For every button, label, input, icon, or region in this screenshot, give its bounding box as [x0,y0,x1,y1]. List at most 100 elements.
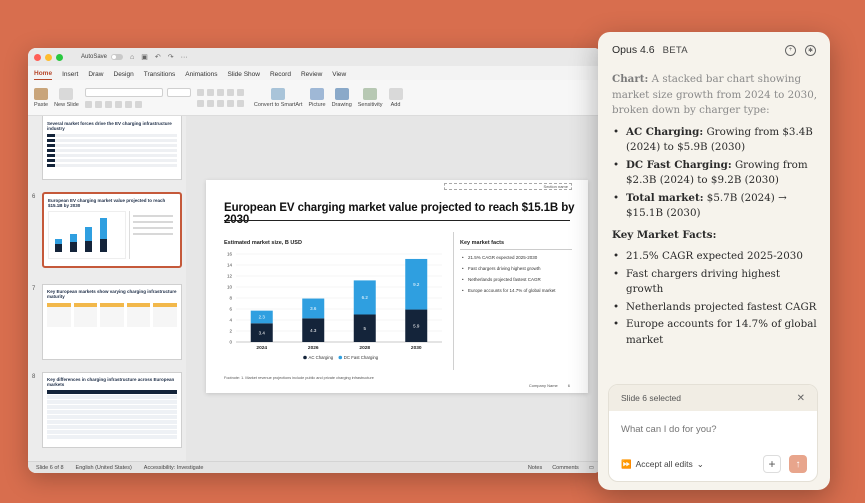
ribbon-toolbar: Paste New Slide Convert to SmartArt Pict… [28,80,602,116]
thumbnail-preview[interactable]: Several market forces drive the EV charg… [42,116,182,180]
align-center-button[interactable] [206,99,214,107]
chart-label[interactable]: Estimated market size, B USD [224,240,302,246]
mini-bar-segment [100,218,107,239]
compose-box: Slide 6 selected ✕ ⏩ Accept all edits ⌄ … [608,384,818,482]
underline-button[interactable] [104,100,112,108]
thumbnail-preview[interactable]: Key European markets show varying chargi… [42,284,182,360]
thumbnail-preview-selected[interactable]: European EV charging market value projec… [42,192,182,268]
new-slide-button[interactable]: New Slide [54,87,79,108]
save-icon[interactable]: ▣ [141,53,148,61]
thumbnail-slide-7[interactable]: 7 Key European markets show varying char… [32,284,182,360]
font-color-button[interactable] [124,100,132,108]
prompt-input[interactable] [621,421,801,437]
italic-button[interactable] [94,100,102,108]
accessibility-status[interactable]: Accessibility: Investigate [144,465,204,471]
minimize-window-button[interactable] [45,53,52,61]
tab-home[interactable]: Home [34,70,53,80]
more-icon[interactable]: ··· [181,54,188,61]
notes-button[interactable]: Notes [528,465,542,471]
tab-draw[interactable]: Draw [88,71,103,80]
model-name[interactable]: Opus 4.6 [612,44,655,56]
indent-button[interactable] [216,88,224,96]
send-button[interactable]: ↑ [789,455,807,473]
slide-thumbnails-pane[interactable]: Several market forces drive the EV charg… [28,116,186,461]
intro-label: Chart: [612,73,649,85]
tab-review[interactable]: Review [301,71,322,80]
line-spacing-button[interactable] [236,88,244,96]
data-label: 3.6 [310,306,317,311]
picture-label: Picture [308,101,326,108]
slide-canvas[interactable]: Section name European EV charging market… [194,116,596,461]
facts-title: Key market facts [460,240,572,250]
gear-icon[interactable]: ✱ [805,44,816,56]
new-slide-label: New Slide [54,101,79,108]
language-status[interactable]: English (United States) [76,465,132,471]
outdent-button[interactable] [226,88,234,96]
columns-button[interactable] [236,99,244,107]
legend-label: AC Charging [309,355,334,360]
section-name-placeholder[interactable]: Section name [444,183,572,190]
slide-footnote[interactable]: Footnote: 1. Market revenue projections … [224,376,374,380]
comments-button[interactable]: Comments [552,465,579,471]
strikethrough-button[interactable] [114,100,122,108]
tab-design[interactable]: Design [114,71,134,80]
new-chat-icon[interactable]: + [785,44,796,56]
vertical-divider [453,232,454,370]
view-icon[interactable]: ▭ [589,465,594,471]
picture-button[interactable]: Picture [308,87,326,108]
thumbnail-preview[interactable]: Key differences in charging infrastructu… [42,372,182,448]
undo-icon[interactable]: ↶ [155,53,161,61]
thumbnail-slide-6[interactable]: 6 European EV charging market value proj… [32,192,182,268]
tab-insert[interactable]: Insert [62,71,78,80]
thumbnail-number [32,116,42,180]
bullets-button[interactable] [196,88,204,96]
mini-bar [100,218,107,252]
attach-button[interactable]: + [763,455,781,473]
y-tick-label: 14 [227,263,233,268]
numbering-button[interactable] [206,88,214,96]
fact-item: Europe accounts for 14.7% of global mark… [460,288,572,293]
close-icon[interactable]: ✕ [797,393,805,404]
market-size-chart[interactable]: 02468101214163.42.320244.33.6202656.2202… [218,248,450,372]
thumbnail-title: Key European markets show varying chargi… [47,289,177,299]
bold-button[interactable] [84,100,92,108]
thumbnail-slide-8[interactable]: 8 Key differences in charging infrastruc… [32,372,182,448]
y-tick-label: 0 [229,340,232,345]
accept-all-edits-button[interactable]: ⏩ Accept all edits ⌄ [621,459,704,470]
company-name: Company Name [528,383,558,388]
sensitivity-button[interactable]: Sensitivity [358,87,383,108]
status-bar: Slide 6 of 8 English (United States) Acc… [28,461,602,473]
tab-transitions[interactable]: Transitions [144,71,176,80]
font-size-select[interactable] [166,87,191,97]
paste-button[interactable]: Paste [34,87,48,108]
tab-animations[interactable]: Animations [185,71,217,80]
align-left-button[interactable] [196,99,204,107]
drawing-button[interactable]: Drawing [332,87,352,108]
redo-icon[interactable]: ↷ [168,53,174,61]
highlight-button[interactable] [134,100,142,108]
add-ins-button[interactable]: Add [388,87,403,108]
home-icon[interactable]: ⌂ [130,54,134,61]
tab-view[interactable]: View [332,71,346,80]
autosave-toggle[interactable] [111,54,124,60]
tab-slide-show[interactable]: Slide Show [227,71,260,80]
ribbon-tabs: Home Insert Draw Design Transitions Anim… [28,66,602,80]
response-body: Chart: A stacked bar chart showing marke… [612,72,818,372]
slide-title[interactable]: European EV charging market value projec… [224,202,588,226]
font-name-select[interactable] [84,87,163,97]
beta-badge: BETA [662,44,688,56]
fact-bullet: 21.5% CAGR expected 2025-2030 [612,249,818,265]
close-window-button[interactable] [34,53,41,61]
thumbnail-slide-5[interactable]: Several market forces drive the EV charg… [32,116,182,180]
zoom-window-button[interactable] [56,53,63,61]
slide-6[interactable]: Section name European EV charging market… [206,180,588,393]
align-right-button[interactable] [216,99,224,107]
mini-bar-segment [70,234,77,243]
fact-item: Netherlands projected fastest CAGR [460,277,572,282]
justify-button[interactable] [226,99,234,107]
shapes-icon [334,87,349,100]
convert-smartart-button[interactable]: Convert to SmartArt [254,87,302,108]
tab-record[interactable]: Record [270,71,291,80]
key-facts-box[interactable]: Key market facts 21.5% CAGR expected 202… [460,240,572,299]
sensitivity-icon [363,87,378,100]
